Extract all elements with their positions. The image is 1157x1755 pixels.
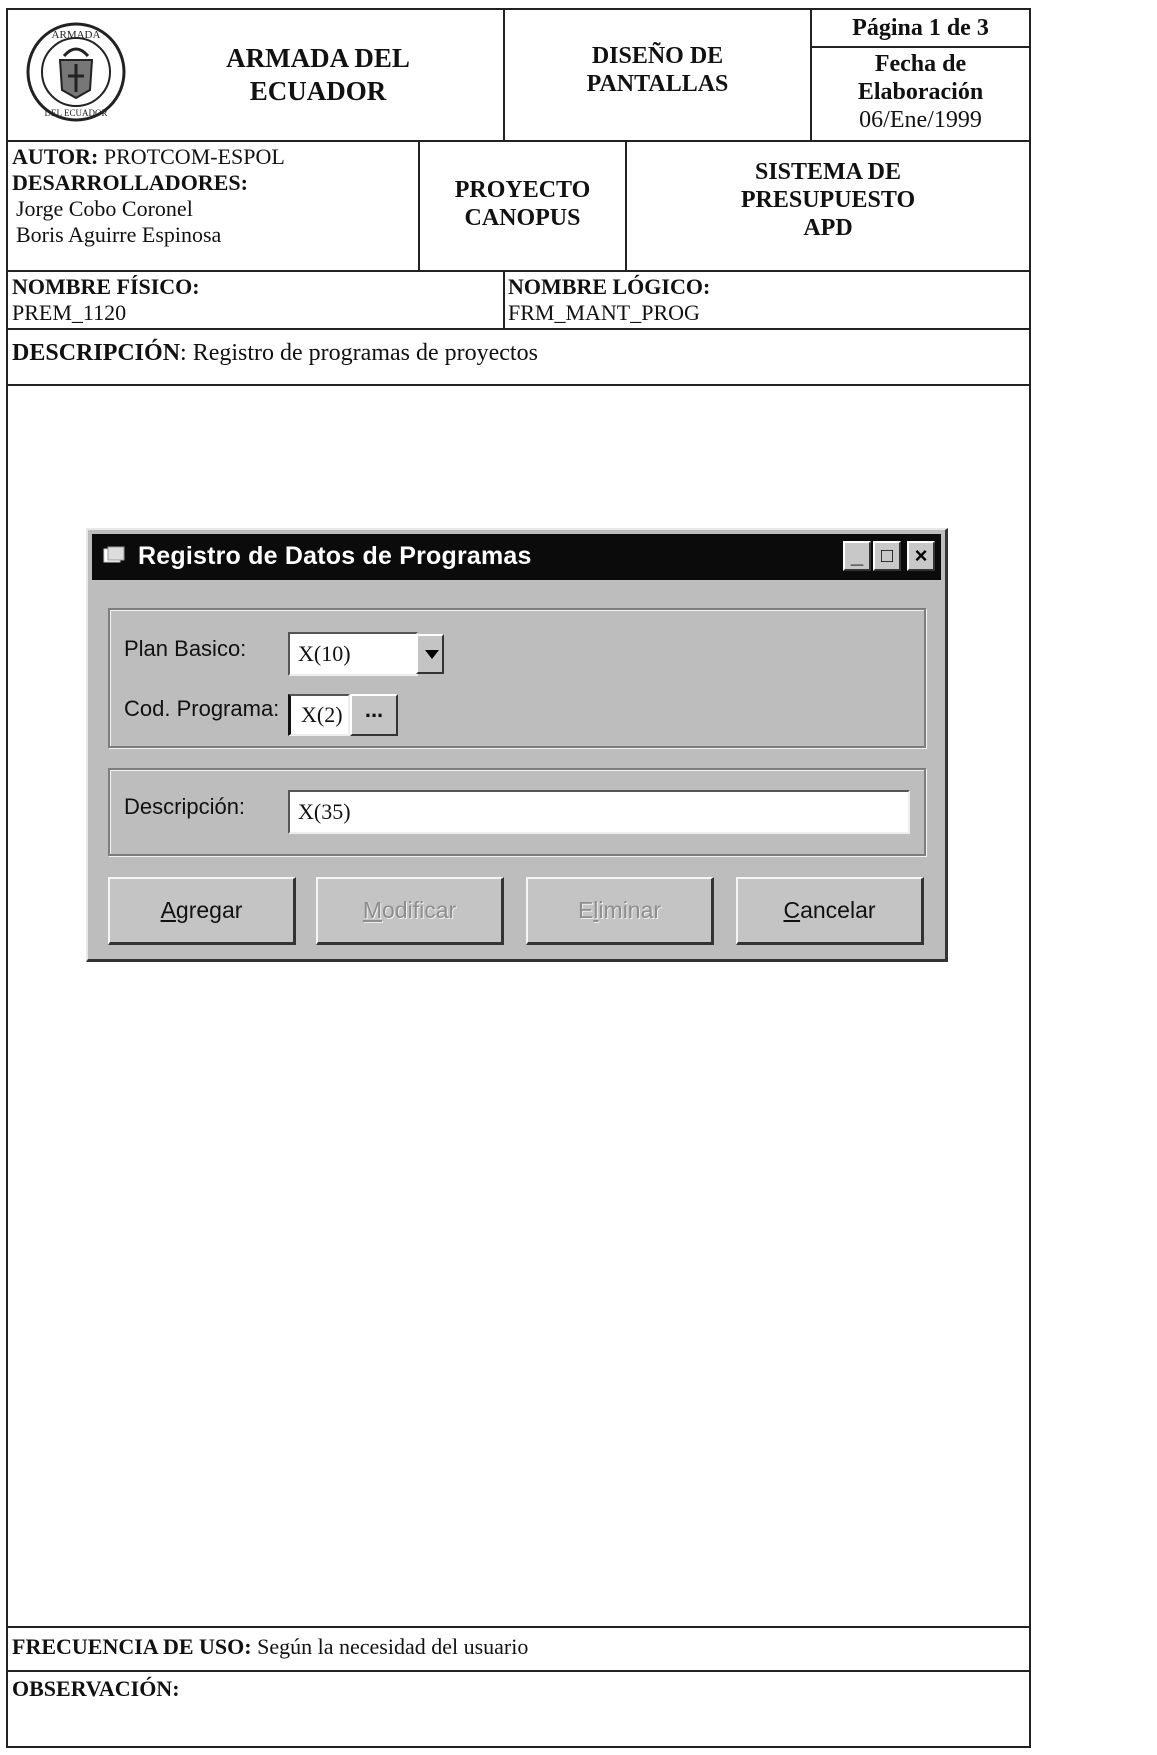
seal-text-bottom: DEL ECUADOR: [45, 108, 108, 118]
doc-type-line1: DISEÑO DE: [591, 43, 724, 69]
seal-text-top: ARMADA: [52, 29, 101, 41]
description-value: : Registro de programas de proyectos: [180, 340, 538, 366]
close-button[interactable]: ×: [907, 541, 935, 571]
dialog-title: Registro de Datos de Programas: [138, 542, 532, 570]
add-button[interactable]: Agregar: [108, 877, 296, 945]
frequency-label: FRECUENCIA DE USO:: [12, 1634, 252, 1659]
rule-page-info: [810, 46, 1029, 48]
autor-line: AUTOR: PROTCOM-ESPOL: [12, 144, 412, 170]
rule-description: [8, 384, 1029, 386]
delete-label: iminar: [598, 897, 662, 923]
developer-1: Jorge Cobo Coronel: [16, 196, 193, 221]
program-registration-dialog: Registro de Datos de Programas _ □ × Pla…: [86, 528, 948, 962]
cancel-button[interactable]: Cancelar: [736, 877, 924, 945]
page-info: Página 1 de 3: [852, 15, 989, 41]
modify-label: odificar: [382, 897, 457, 923]
modify-accelerator: M: [362, 897, 382, 923]
plan-label: Plan Basico:: [124, 636, 247, 661]
cancel-accelerator: C: [783, 897, 801, 923]
plan-dropdown-button[interactable]: [416, 634, 444, 674]
dialog-titlebar[interactable]: Registro de Datos de Programas _ □ ×: [92, 534, 941, 580]
rule-footer-mid: [8, 1670, 1029, 1672]
description-label: DESCRIPCIÓN: [12, 340, 181, 366]
system-line1: SISTEMA DE: [754, 159, 902, 185]
logical-name: NOMBRE LÓGICO: FRM_MANT_PROG: [508, 274, 1023, 326]
code-label: Cod. Programa:: [124, 696, 280, 721]
delete-button[interactable]: Eliminar: [526, 877, 714, 945]
org-name-line2: ECUADOR: [249, 76, 387, 106]
date-block: Fecha de Elaboración 06/Ene/1999: [812, 50, 1029, 134]
program-key-group: [108, 608, 926, 748]
browse-button[interactable]: ...: [350, 694, 398, 736]
authors-block: AUTOR: PROTCOM-ESPOL DESARROLLADORES: Jo…: [12, 144, 412, 248]
rule-names: [8, 328, 1029, 330]
description-field-label: Descripción:: [124, 794, 246, 819]
delete-label-prefix: E: [577, 897, 594, 923]
date-label-line2: Elaboración: [857, 79, 984, 105]
plan-select[interactable]: X(10): [288, 632, 418, 676]
rule-authors: [8, 270, 1029, 272]
project-line1: PROYECTO: [454, 177, 591, 203]
physical-name: NOMBRE FÍSICO: PREM_1120: [12, 274, 500, 326]
minimize-button[interactable]: _: [843, 541, 871, 571]
navy-seal-logo: ARMADA DEL ECUADOR: [26, 22, 126, 122]
description-input[interactable]: X(35): [288, 790, 910, 834]
chevron-down-icon: [425, 650, 439, 659]
system-line2: PRESUPUESTO: [740, 187, 916, 213]
doc-type-line2: PANTALLAS: [586, 71, 729, 97]
developer-2: Boris Aguirre Espinosa: [16, 222, 222, 247]
doc-type: DISEÑO DE PANTALLAS: [505, 42, 810, 98]
rule-header: [8, 140, 1029, 142]
usage-frequency: FRECUENCIA DE USO: Según la necesidad de…: [12, 1632, 1022, 1662]
system-name: SISTEMA DE PRESUPUESTO APD: [627, 158, 1029, 242]
cancel-label: ancelar: [800, 897, 876, 923]
project-line2: CANOPUS: [464, 205, 581, 231]
devs-label: DESARROLLADORES:: [12, 170, 248, 195]
logical-name-label: NOMBRE LÓGICO:: [508, 274, 711, 299]
project-name: PROYECTO CANOPUS: [420, 176, 625, 232]
vrule-names: [503, 270, 505, 328]
code-input[interactable]: X(2): [288, 694, 350, 736]
physical-name-label: NOMBRE FÍSICO:: [12, 274, 200, 299]
add-accelerator: A: [160, 897, 176, 923]
system-line3: APD: [803, 215, 853, 241]
add-label: gregar: [175, 897, 243, 923]
maximize-button[interactable]: □: [873, 541, 901, 571]
logical-name-value: FRM_MANT_PROG: [508, 300, 700, 325]
modify-button[interactable]: Modificar: [316, 877, 504, 945]
window-app-icon: [103, 546, 125, 563]
frequency-value: Según la necesidad del usuario: [251, 1634, 529, 1659]
date-value: 06/Ene/1999: [859, 107, 982, 133]
date-label-line1: Fecha de: [874, 51, 967, 77]
autor-label: AUTOR:: [12, 144, 99, 169]
physical-name-value: PREM_1120: [12, 300, 127, 325]
rule-footer-top: [8, 1626, 1029, 1628]
autor-value: PROTCOM-ESPOL: [103, 144, 285, 169]
observation-label: OBSERVACIÓN:: [12, 1676, 180, 1701]
org-name: ARMADA DEL ECUADOR: [138, 42, 498, 108]
org-name-line1: ARMADA DEL: [226, 43, 410, 73]
description: DESCRIPCIÓN: Registro de programas de pr…: [12, 338, 1022, 368]
